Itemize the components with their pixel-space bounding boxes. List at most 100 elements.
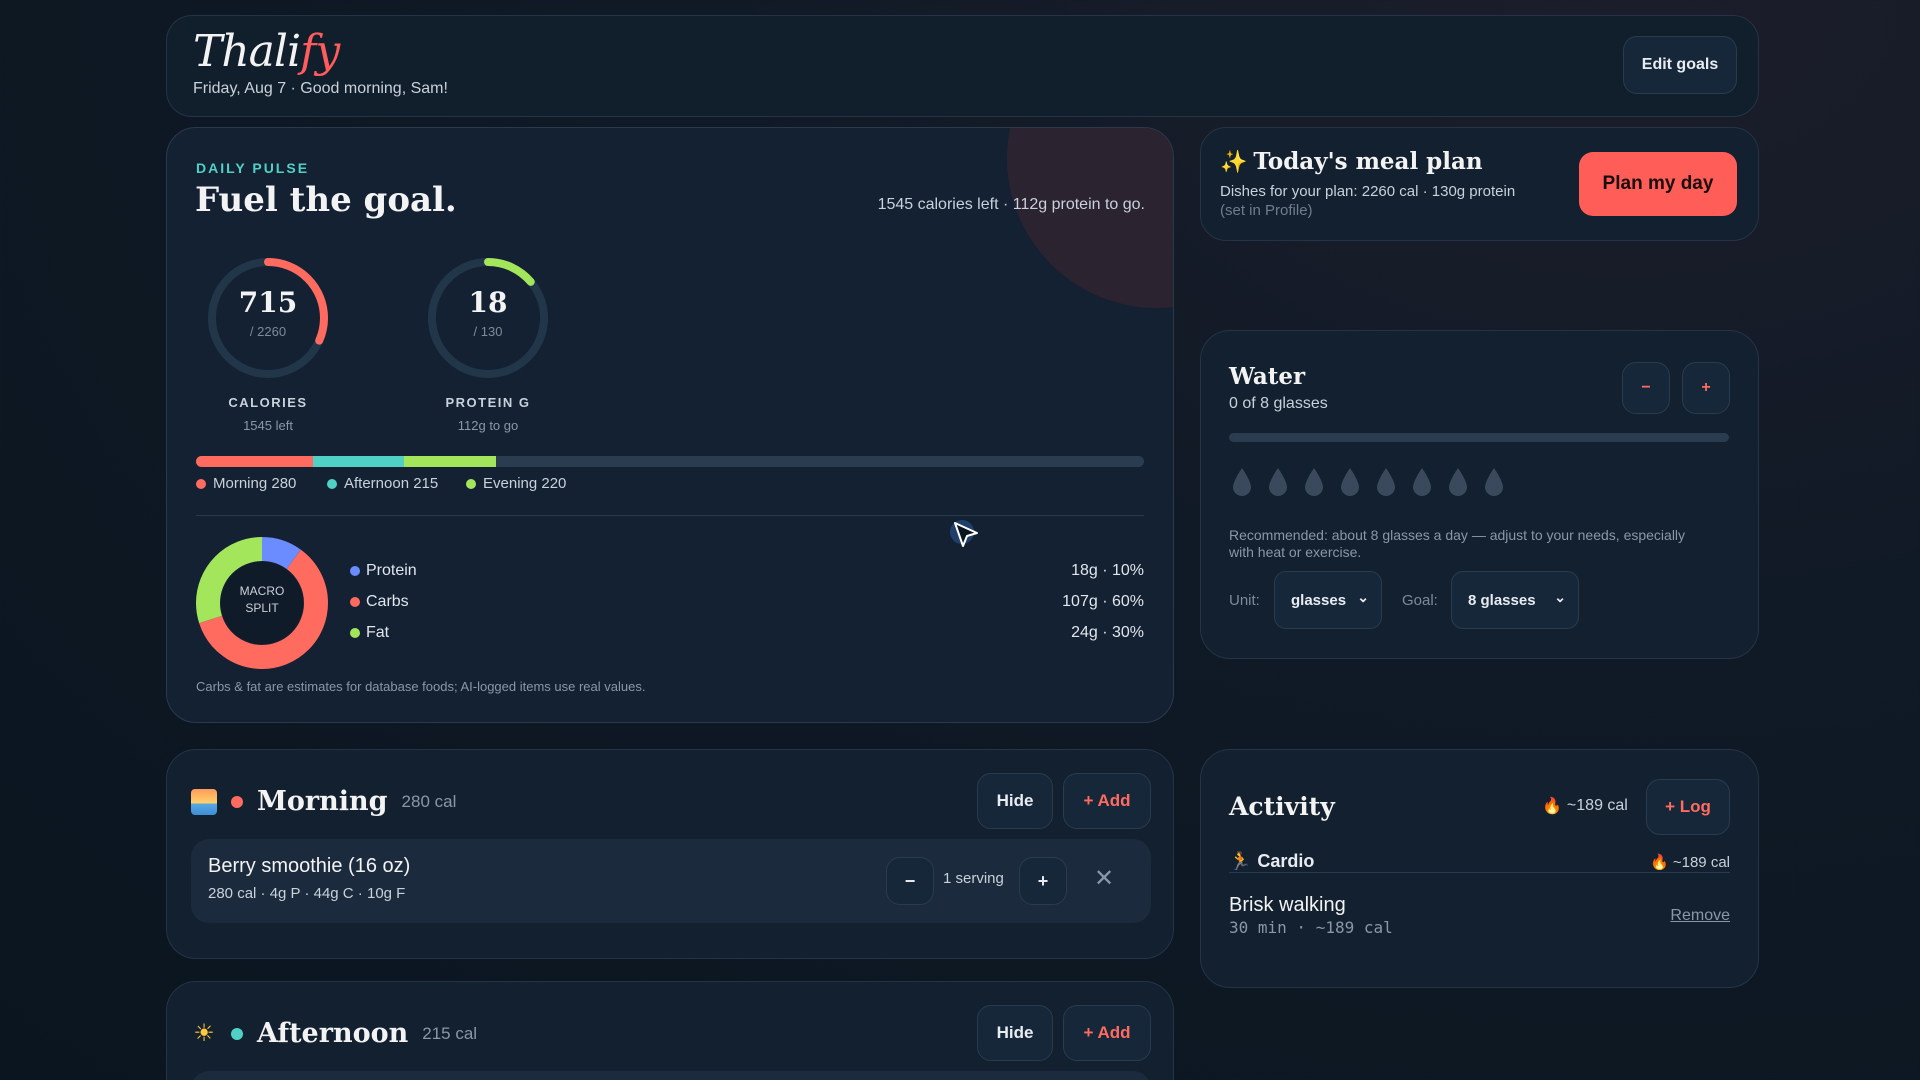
- activity-item-name: Brisk walking: [1229, 894, 1346, 916]
- macro-center-label: MACRO SPLIT: [239, 584, 285, 615]
- activity-item-meta: 30 min · ~189 cal: [1229, 918, 1393, 937]
- daily-pulse-card: DAILY PULSE Fuel the goal. 1545 calories…: [166, 127, 1174, 723]
- activity-category-calories: 🔥 ~189 cal: [1650, 853, 1730, 872]
- water-card: Water 0 of 8 glasses − + Recommended: ab…: [1200, 330, 1759, 659]
- meal-plan-title: ✨ Today's meal plan: [1220, 148, 1483, 175]
- water-drop-icon[interactable]: [1447, 467, 1469, 497]
- increase-serving-button[interactable]: +: [1019, 857, 1067, 905]
- water-drop-icon[interactable]: [1339, 467, 1361, 497]
- macro-dot: [350, 628, 360, 638]
- macro-row-fat: Fat 24g · 30%: [350, 624, 1144, 646]
- calories-goal: / 2260: [249, 324, 287, 339]
- protein-goal: / 130: [473, 324, 503, 339]
- protein-label: PROTEIN G: [445, 395, 531, 410]
- meal-plan-card: ✨ Today's meal plan Dishes for your plan…: [1200, 127, 1759, 241]
- legend-morning: Morning 280: [196, 475, 296, 492]
- water-drop-icon[interactable]: [1411, 467, 1433, 497]
- calories-value: 715: [238, 286, 298, 319]
- meal-plan-description: Dishes for your plan: 2260 cal · 130g pr…: [1220, 183, 1516, 200]
- water-count: 0 of 8 glasses: [1229, 395, 1328, 412]
- food-name: Berry smoothie (16 oz): [208, 855, 411, 877]
- water-drop-icon[interactable]: [1267, 467, 1289, 497]
- app-logo: Thalify: [193, 26, 340, 77]
- water-drop-icon[interactable]: [1375, 467, 1397, 497]
- unit-label: Unit:: [1229, 592, 1260, 609]
- hide-meal-button[interactable]: Hide: [977, 773, 1053, 829]
- activity-category: 🏃 Cardio: [1229, 851, 1315, 871]
- goal-label: Goal:: [1402, 592, 1438, 609]
- legend-afternoon: Afternoon 215: [327, 475, 438, 492]
- protein-ring: 18 / 130: [426, 256, 550, 380]
- meal-plan-note: (set in Profile): [1220, 202, 1313, 219]
- meal-card-morning: Morning 280 cal Hide + Add Berry smoothi…: [166, 749, 1174, 959]
- water-drop-icon[interactable]: [1303, 467, 1325, 497]
- water-title: Water: [1229, 363, 1306, 390]
- plan-my-day-button[interactable]: Plan my day: [1579, 152, 1737, 216]
- water-drop-icon[interactable]: [1231, 467, 1253, 497]
- meal-calories: 280 cal: [401, 791, 457, 811]
- meal-card-afternoon: ☀ Afternoon 215 cal Hide + Add: [166, 981, 1174, 1080]
- macro-footnote: Carbs & fat are estimates for database f…: [196, 679, 646, 694]
- calories-ring: 715 / 2260: [206, 256, 330, 380]
- water-drops: [1231, 467, 1505, 497]
- meal-color-dot: [231, 1027, 243, 1040]
- progress-segment-afternoon: [313, 456, 404, 467]
- macro-dot: [350, 597, 360, 607]
- meal-name: Afternoon: [257, 1018, 409, 1049]
- protein-note: 112g to go: [457, 418, 519, 433]
- water-recommendation: Recommended: about 8 glasses a day — adj…: [1229, 527, 1686, 560]
- unit-select[interactable]: glasses ⌄: [1274, 571, 1382, 629]
- water-increase-button[interactable]: +: [1682, 362, 1730, 414]
- date-greeting: Friday, Aug 7 · Good morning, Sam!: [193, 80, 448, 97]
- food-macros: 280 cal · 4g P · 44g C · 10g F: [208, 885, 406, 902]
- goal-select[interactable]: 8 glasses ⌄: [1451, 571, 1579, 629]
- flame-icon: 🔥: [1650, 854, 1669, 871]
- remove-activity-link[interactable]: Remove: [1670, 907, 1730, 925]
- add-food-button[interactable]: + Add: [1063, 773, 1151, 829]
- edit-goals-button[interactable]: Edit goals: [1623, 36, 1737, 94]
- protein-value: 18: [468, 286, 508, 319]
- meal-header: Morning 280 cal: [191, 786, 456, 817]
- macro-row-protein: Protein 18g · 10%: [350, 562, 1144, 584]
- divider: [1229, 872, 1730, 873]
- pulse-title: Fuel the goal.: [195, 180, 457, 220]
- legend-dot: [466, 478, 476, 489]
- sun-icon: ☀: [193, 1020, 215, 1047]
- legend-evening: Evening 220: [466, 475, 566, 492]
- pulse-summary: 1545 calories left · 112g protein to go.: [877, 196, 1145, 213]
- app-header: Thalify Friday, Aug 7 · Good morning, Sa…: [166, 15, 1759, 117]
- flame-icon: 🔥: [1542, 798, 1562, 815]
- add-food-button[interactable]: + Add: [1063, 1005, 1151, 1061]
- log-activity-button[interactable]: + Log: [1646, 779, 1730, 835]
- macro-dot: [350, 566, 360, 576]
- water-progress-bar: [1229, 433, 1729, 442]
- macro-row-carbs: Carbs 107g · 60%: [350, 593, 1144, 615]
- divider: [196, 515, 1144, 516]
- calories-note: 1545 left: [243, 418, 293, 433]
- food-item: Berry smoothie (16 oz) 280 cal · 4g P · …: [191, 839, 1151, 923]
- chevron-down-icon: ⌄: [1357, 589, 1369, 605]
- meal-header: ☀ Afternoon 215 cal: [191, 1018, 477, 1049]
- water-decrease-button[interactable]: −: [1622, 362, 1670, 414]
- activity-card: Activity 🔥 ~189 cal + Log 🏃 Cardio 🔥 ~189 c…: [1200, 749, 1759, 988]
- progress-segment-evening: [403, 456, 496, 467]
- mouse-cursor-icon: [950, 520, 978, 547]
- chevron-down-icon: ⌄: [1554, 589, 1566, 605]
- macro-donut: MACRO SPLIT: [194, 535, 330, 671]
- meal-color-dot: [231, 795, 243, 808]
- close-icon[interactable]: ✕: [1094, 864, 1114, 893]
- meal-calories: 215 cal: [422, 1023, 478, 1043]
- decorative-blob: [1007, 128, 1173, 308]
- activity-title: Activity: [1229, 792, 1335, 821]
- food-list: [191, 1071, 1151, 1080]
- legend-dot: [327, 478, 337, 489]
- serving-quantity: 1 serving: [943, 870, 1004, 887]
- meal-name: Morning: [257, 786, 388, 817]
- pulse-eyebrow: DAILY PULSE: [196, 160, 310, 176]
- sparkles-icon: ✨: [1220, 148, 1248, 175]
- daily-calorie-progress: [196, 456, 1144, 467]
- sunrise-icon: [191, 788, 217, 815]
- hide-meal-button[interactable]: Hide: [977, 1005, 1053, 1061]
- decrease-serving-button[interactable]: −: [886, 857, 934, 905]
- water-drop-icon[interactable]: [1483, 467, 1505, 497]
